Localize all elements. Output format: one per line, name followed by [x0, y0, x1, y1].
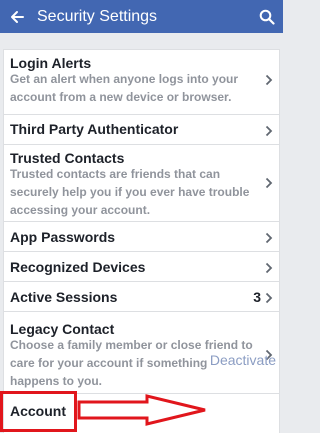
- login-alerts-title: Login Alerts: [10, 55, 92, 71]
- back-button[interactable]: [0, 0, 33, 33]
- login-alerts-description: Get an alert when anyone logs into your …: [10, 72, 239, 104]
- arrow-left-icon: [10, 10, 24, 23]
- third-party-authenticator-title: Third Party Authenticator: [10, 121, 179, 137]
- third-party-authenticator-row[interactable]: Third Party Authenticator: [4, 115, 279, 145]
- chevron-right-icon: [265, 177, 273, 189]
- app-passwords-row[interactable]: App Passwords: [4, 222, 279, 252]
- settings-card: Login Alerts Get an alert when anyone lo…: [3, 49, 280, 433]
- search-icon: [259, 9, 275, 25]
- chevron-right-icon: [265, 74, 273, 86]
- chevron-right-icon: [265, 262, 273, 274]
- account-row: Account: [4, 394, 279, 433]
- page-title: Security Settings: [37, 7, 158, 25]
- active-sessions-row[interactable]: Active Sessions 3: [4, 282, 279, 312]
- search-button[interactable]: [250, 0, 283, 33]
- trusted-contacts-description: Trusted contacts are friends that can se…: [10, 167, 250, 217]
- deactivate-link[interactable]: Deactivate: [210, 352, 276, 368]
- account-title: Account: [10, 403, 66, 419]
- login-alerts-row[interactable]: Login Alerts Get an alert when anyone lo…: [4, 50, 279, 115]
- trusted-contacts-title: Trusted Contacts: [10, 150, 125, 166]
- trusted-contacts-row[interactable]: Trusted Contacts Trusted contacts are fr…: [4, 145, 279, 222]
- chevron-right-icon: [265, 232, 273, 244]
- active-sessions-title: Active Sessions: [10, 289, 118, 305]
- legacy-contact-title: Legacy Contact: [10, 321, 115, 337]
- app-bar: Security Settings: [0, 0, 283, 33]
- chevron-right-icon: [265, 292, 273, 304]
- recognized-devices-title: Recognized Devices: [10, 259, 146, 275]
- active-sessions-count: 3: [253, 289, 261, 305]
- recognized-devices-row[interactable]: Recognized Devices: [4, 252, 279, 282]
- chevron-right-icon: [265, 125, 273, 137]
- app-passwords-title: App Passwords: [10, 229, 116, 245]
